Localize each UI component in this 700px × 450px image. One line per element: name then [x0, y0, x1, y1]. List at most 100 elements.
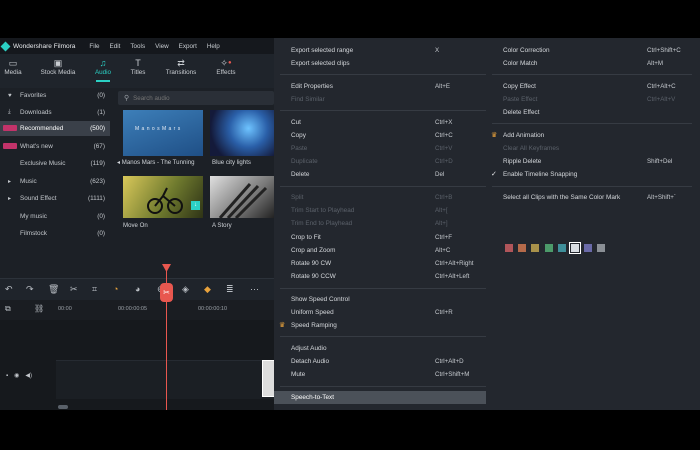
menu-separator	[492, 186, 692, 187]
menu-uniform-speed[interactable]: Uniform Speed	[291, 309, 334, 316]
menu-tools[interactable]: Tools	[130, 43, 145, 50]
thumbnail-caption-move-on: Move On	[123, 222, 148, 229]
sidebar-item-music[interactable]: ▸ Music (623)	[0, 174, 110, 189]
tab-titles[interactable]: T Titles	[128, 57, 148, 76]
redo-icon[interactable]: ↷	[26, 284, 34, 295]
menu-speed-ramping[interactable]: Speed Ramping	[291, 322, 337, 329]
menu-mute[interactable]: Mute	[291, 371, 305, 378]
play-triangle-icon: ◂	[117, 159, 121, 166]
color-mark-swatch[interactable]	[597, 244, 606, 252]
crown-premium-icon: ♛	[491, 132, 498, 139]
menu-export[interactable]: Export	[179, 43, 197, 50]
menu-rotate-ccw[interactable]: Rotate 90 CCW	[291, 273, 336, 280]
sidebar-item-recommended[interactable]: Recommended (500)	[0, 121, 110, 136]
menu-edit[interactable]: Edit	[110, 43, 121, 50]
color-mark-swatch[interactable]	[505, 244, 513, 252]
shortcut-delete: Del	[435, 171, 445, 178]
menu-crop-and-zoom[interactable]: Crop and Zoom	[291, 247, 335, 254]
equalizer-icon[interactable]: ≣	[226, 284, 234, 295]
chevron-right-icon: ▸	[8, 196, 12, 202]
track-audio-icon[interactable]: ◀)	[25, 372, 32, 379]
timeline-scrollbar[interactable]	[58, 405, 68, 409]
menu-copy[interactable]: Copy	[291, 132, 306, 139]
keyframe-icon[interactable]: ◈	[182, 284, 189, 295]
hot-badge-icon	[3, 125, 17, 131]
menu-detach-audio[interactable]: Detach Audio	[291, 358, 329, 365]
new-badge-icon	[3, 143, 17, 149]
sidebar-item-whats-new[interactable]: What's new (67)	[0, 139, 110, 154]
menu-trim-end: Trim End to Playhead	[291, 220, 353, 227]
menu-delete[interactable]: Delete	[291, 171, 309, 178]
delete-icon[interactable]: 🗑	[48, 284, 59, 295]
color-mark-swatch[interactable]	[531, 244, 540, 252]
speed-icon[interactable]: ◔	[113, 284, 118, 294]
cut-icon[interactable]: ✂	[70, 284, 78, 295]
menu-view[interactable]: View	[155, 43, 169, 50]
tab-transitions[interactable]: ⇄ Transitions	[163, 57, 199, 76]
audio-thumbnail-move-on[interactable]: ↓	[123, 176, 203, 218]
menu-trim-start: Trim Start to Playhead	[291, 207, 355, 214]
track-lock-icon[interactable]: ▪	[6, 373, 8, 379]
search-box[interactable]: ⚲	[118, 91, 274, 105]
app-window: Wondershare Filmora File Edit Tools View…	[0, 38, 700, 410]
stock-media-icon: ▣	[53, 58, 63, 68]
menu-separator	[280, 386, 486, 387]
playhead-split-marker[interactable]: ✂	[160, 283, 173, 302]
sidebar-item-favorites[interactable]: ♥ Favorites (0)	[0, 88, 110, 103]
audio-thumbnail-a-story[interactable]	[210, 176, 274, 218]
menu-color-correction[interactable]: Color Correction	[503, 47, 550, 54]
menu-export-selected-clips[interactable]: Export selected clips	[291, 60, 350, 67]
audio-thumbnail-manos-mars[interactable]: M a n o s M a r s	[123, 110, 203, 156]
clip-context-menu: Export selected range X Export selected …	[274, 38, 700, 410]
menu-enable-timeline-snapping[interactable]: Enable Timeline Snapping	[503, 171, 577, 178]
menu-export-selected-range[interactable]: Export selected range	[291, 47, 353, 54]
color-mark-swatch[interactable]	[569, 242, 581, 254]
add-track-icon[interactable]: ⧉	[5, 304, 11, 314]
menu-help[interactable]: Help	[207, 43, 220, 50]
menu-add-animation[interactable]: Add Animation	[503, 132, 544, 139]
menu-adjust-audio[interactable]: Adjust Audio	[291, 345, 327, 352]
video-track-lane[interactable]	[56, 360, 274, 399]
tab-effects[interactable]: ✧● Effects	[214, 57, 238, 76]
crop-icon[interactable]: ⌗	[92, 284, 97, 295]
timeline-ruler[interactable]: ⧉ ⛓ 00:00 00:00:00:05 00:00:00:10	[0, 300, 274, 321]
link-icon[interactable]: ⛓	[34, 304, 44, 313]
shortcut-duplicate: Ctrl+D	[435, 158, 453, 165]
color-mark-swatch[interactable]	[584, 244, 593, 252]
more-tools-icon[interactable]: ⋯	[250, 284, 259, 295]
color-mark-swatch[interactable]	[544, 244, 553, 252]
sidebar-item-exclusive-music[interactable]: Exclusive Music (119)	[0, 156, 110, 171]
menu-select-same-color-mark[interactable]: Select all Clips with the Same Color Mar…	[503, 194, 620, 201]
sidebar-item-downloads[interactable]: ⤓ Downloads (1)	[0, 105, 110, 120]
tab-audio[interactable]: ♫ Audio	[92, 57, 114, 82]
menu-delete-effect[interactable]: Delete Effect	[503, 109, 539, 116]
menu-ripple-delete[interactable]: Ripple Delete	[503, 158, 541, 165]
track-visibility-icon[interactable]: ◉	[14, 372, 19, 379]
sidebar-item-filmstock[interactable]: Filmstock (0)	[0, 226, 110, 241]
sidebar-item-my-music[interactable]: My music (0)	[0, 209, 110, 224]
menu-cut[interactable]: Cut	[291, 119, 301, 126]
timecode-0: 00:00	[58, 306, 72, 312]
search-input[interactable]	[133, 94, 254, 102]
text-t-icon: T	[135, 58, 141, 68]
audio-thumbnail-blue-city-lights[interactable]	[210, 110, 274, 156]
menu-speech-to-text[interactable]: Speech-to-Text	[291, 394, 334, 401]
menu-file[interactable]: File	[89, 43, 99, 50]
undo-icon[interactable]: ↶	[5, 284, 13, 295]
ai-tool-icon[interactable]: ◆	[204, 284, 211, 295]
menu-copy-effect[interactable]: Copy Effect	[503, 83, 536, 90]
menu-separator	[492, 74, 692, 75]
menu-color-match[interactable]: Color Match	[503, 60, 537, 67]
sidebar-item-sound-effect[interactable]: ▸ Sound Effect (1111)	[0, 191, 110, 206]
color-mark-swatch[interactable]	[518, 244, 527, 252]
menu-show-speed-control[interactable]: Show Speed Control	[291, 296, 350, 303]
color-palette-icon[interactable]: ◕	[135, 284, 140, 294]
menu-crop-to-fit[interactable]: Crop to Fit	[291, 234, 321, 241]
menu-rotate-cw[interactable]: Rotate 90 CW	[291, 260, 331, 267]
menu-edit-properties[interactable]: Edit Properties	[291, 83, 333, 90]
tab-media[interactable]: ▭ Media	[4, 57, 22, 76]
shortcut-trim-end: Alt+]	[435, 220, 448, 227]
download-icon[interactable]: ↓	[191, 201, 200, 210]
tab-stock-media[interactable]: ▣ Stock Media	[38, 57, 78, 76]
color-mark-swatch[interactable]	[557, 244, 566, 252]
